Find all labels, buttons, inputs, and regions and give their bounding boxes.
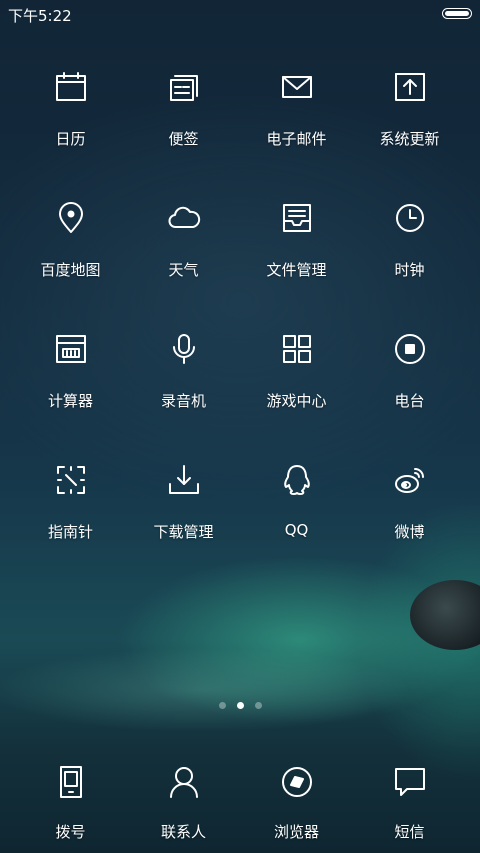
app-label: 时钟: [394, 261, 425, 279]
download-icon: [159, 455, 209, 505]
app-label: 便签: [168, 130, 199, 148]
app-label: 下载管理: [153, 523, 214, 541]
app-label: 系统更新: [379, 130, 440, 148]
app-label: 录音机: [160, 392, 206, 410]
app-game-center[interactable]: 游戏中心: [240, 322, 353, 453]
browser-icon: [272, 757, 322, 807]
app-label: 日历: [55, 130, 86, 148]
contact-icon: [159, 757, 209, 807]
app-download-manager[interactable]: 下载管理: [127, 453, 240, 584]
mail-icon: [272, 62, 322, 112]
compass-icon: [46, 455, 96, 505]
app-label: 短信: [394, 823, 425, 841]
app-grid: 日历 便签 电子邮件 系统更新 百度地图 天气 文件管理 时钟 计算器 录音机 …: [14, 60, 466, 584]
app-weather[interactable]: 天气: [127, 191, 240, 322]
app-dialer[interactable]: 拨号: [14, 755, 127, 842]
grid-icon: [272, 324, 322, 374]
status-time: 下午5:22: [8, 7, 72, 25]
calculator-icon: [46, 324, 96, 374]
app-label: 文件管理: [266, 261, 327, 279]
app-file-manager[interactable]: 文件管理: [240, 191, 353, 322]
app-recorder[interactable]: 录音机: [127, 322, 240, 453]
app-mail[interactable]: 电子邮件: [240, 60, 353, 191]
status-bar: 下午5:22: [0, 0, 480, 28]
cloud-icon: [159, 193, 209, 243]
phone-icon: [46, 757, 96, 807]
app-clock[interactable]: 时钟: [353, 191, 466, 322]
app-label: 百度地图: [40, 261, 101, 279]
app-compass[interactable]: 指南针: [14, 453, 127, 584]
app-label: 浏览器: [273, 823, 319, 841]
microphone-icon: [159, 324, 209, 374]
app-weibo[interactable]: 微博: [353, 453, 466, 584]
app-calendar[interactable]: 日历: [14, 60, 127, 191]
app-label: 电台: [394, 392, 425, 410]
app-calculator[interactable]: 计算器: [14, 322, 127, 453]
app-label: 电子邮件: [266, 130, 327, 148]
battery-icon: [442, 8, 472, 19]
file-tray-icon: [272, 193, 322, 243]
page-dot[interactable]: [218, 702, 226, 709]
radio-icon: [385, 324, 435, 374]
app-contacts[interactable]: 联系人: [127, 755, 240, 842]
page-dot[interactable]: [254, 702, 262, 709]
app-label: QQ: [284, 521, 309, 539]
app-label: 微博: [394, 523, 425, 541]
notes-icon: [159, 62, 209, 112]
app-notes[interactable]: 便签: [127, 60, 240, 191]
app-label: 计算器: [47, 392, 93, 410]
app-label: 拨号: [55, 823, 86, 841]
app-browser[interactable]: 浏览器: [240, 755, 353, 842]
page-dot-active[interactable]: [236, 702, 244, 709]
wallpaper-mist: [0, 560, 480, 760]
app-baidu-map[interactable]: 百度地图: [14, 191, 127, 322]
app-label: 游戏中心: [266, 392, 327, 410]
app-system-update[interactable]: 系统更新: [353, 60, 466, 191]
app-label: 联系人: [160, 823, 206, 841]
app-label: 指南针: [47, 523, 93, 541]
weibo-icon: [385, 455, 435, 505]
update-icon: [385, 62, 435, 112]
message-icon: [385, 757, 435, 807]
app-label: 天气: [168, 261, 199, 279]
qq-penguin-icon: [272, 455, 322, 505]
app-radio[interactable]: 电台: [353, 322, 466, 453]
app-messages[interactable]: 短信: [353, 755, 466, 842]
map-pin-icon: [46, 193, 96, 243]
app-qq[interactable]: QQ: [240, 453, 353, 584]
page-indicator[interactable]: [0, 702, 480, 709]
calendar-icon: [46, 62, 96, 112]
dock: 拨号 联系人 浏览器 短信: [14, 755, 466, 842]
clock-icon: [385, 193, 435, 243]
